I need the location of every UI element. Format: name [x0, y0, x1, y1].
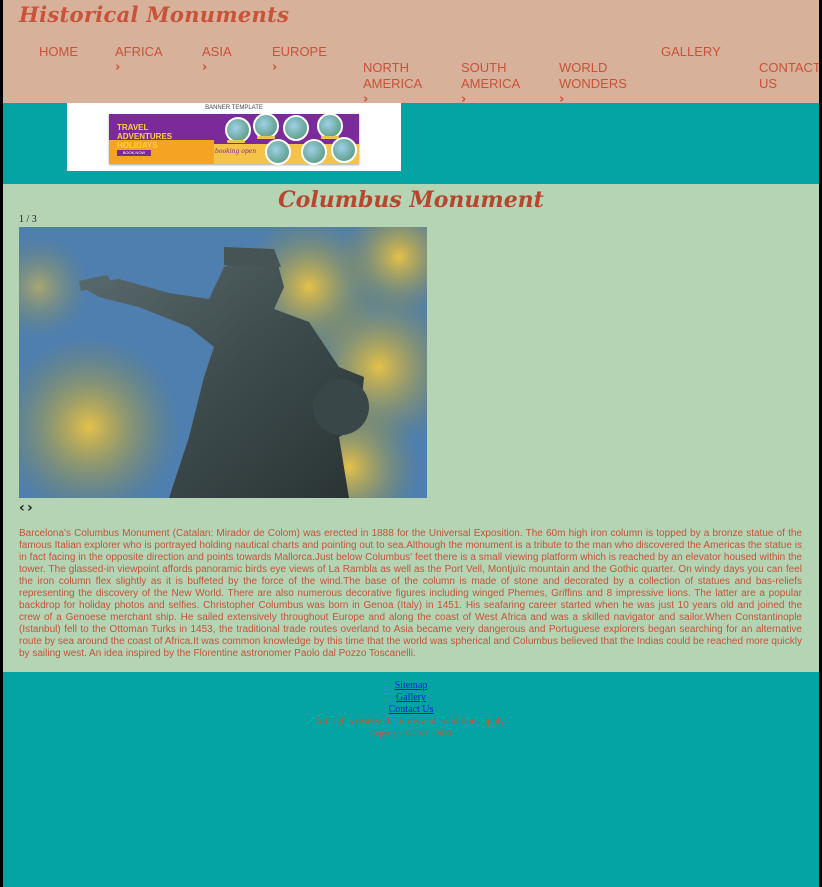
nav-item-africa[interactable]: AFRICA › — [115, 44, 163, 76]
nav-item-gallery[interactable]: GALLERY — [661, 44, 721, 60]
monument-section: Columbus Monument 1 / 3 ‹ › Barcelona's … — [3, 184, 819, 672]
banner-headline-line: TRAVEL — [117, 123, 149, 132]
footer-rights-text: All rights reserved. Terms and condition… — [315, 716, 507, 727]
nav-item-label: ASIA — [202, 44, 232, 59]
travel-banner-image[interactable]: BANNER TEMPLATE travel agency TRAVEL ADV… — [67, 103, 401, 171]
nav-item-label: AFRICA — [115, 44, 163, 59]
banner-script-text: booking open — [215, 148, 257, 155]
next-slide-button[interactable]: › — [27, 500, 33, 516]
chevron-right-icon: › — [202, 60, 208, 75]
banner-photo-circle — [301, 139, 327, 165]
banner-headline-line: ADVENTURES — [117, 132, 173, 141]
chevron-right-icon: › — [272, 60, 278, 75]
banner-label-pill — [321, 136, 339, 139]
nav-item-europe[interactable]: EUROPE › — [272, 44, 327, 76]
footer-contact-link[interactable]: Contact Us — [3, 704, 819, 716]
banner-headline: TRAVEL ADVENTURES HOLIDAYS — [117, 123, 172, 150]
site-header: Historical Monuments HOME AFRICA › ASIA … — [3, 0, 819, 107]
nav-item-contact-us[interactable]: CONTACT US — [759, 44, 819, 92]
nav-item-label: EUROPE — [272, 44, 327, 59]
banner-top-text: BANNER TEMPLATE — [205, 105, 263, 111]
chevron-right-icon: › — [115, 60, 121, 75]
banner-photo-circle — [265, 139, 291, 165]
monument-description: Barcelona's Columbus Monument (Catalan: … — [19, 528, 802, 659]
monument-title: Columbus Monument — [278, 187, 544, 213]
nav-item-label: GALLERY — [661, 44, 721, 59]
nav-item-label: SOUTH AMERICA — [461, 60, 521, 91]
slide-counter: 1 / 3 — [19, 214, 37, 225]
nav-item-asia[interactable]: ASIA › — [202, 44, 232, 76]
banner-strip: BANNER TEMPLATE travel agency TRAVEL ADV… — [3, 103, 819, 184]
footer-sitemap-link[interactable]: Sitemap — [3, 680, 819, 692]
banner-cta: BOOK NOW — [117, 150, 151, 156]
banner-photo-circle — [331, 137, 357, 163]
footer-copyright-text: Copyright © 2021 - 2023 — [370, 729, 452, 738]
footer-gallery-link[interactable]: Gallery — [3, 692, 819, 704]
banner-headline-line: HOLIDAYS — [117, 141, 158, 150]
banner-label-pill — [227, 140, 245, 143]
page: Historical Monuments HOME AFRICA › ASIA … — [3, 0, 819, 887]
nav-item-home[interactable]: HOME — [39, 44, 78, 60]
nav-item-label: WORLD WONDERS — [559, 60, 627, 91]
nav-item-label: NORTH AMERICA — [363, 60, 423, 91]
nav-item-label: CONTACT US — [759, 60, 819, 91]
main-nav: HOME AFRICA › ASIA › EUROPE › NORTH AMER… — [3, 44, 819, 107]
banner-photo-circle — [283, 115, 309, 141]
columbus-statue-photo — [19, 227, 427, 498]
site-footer: Sitemap Gallery Contact Us All rights re… — [3, 680, 819, 740]
prev-slide-button[interactable]: ‹ — [19, 500, 25, 516]
site-title[interactable]: Historical Monuments — [19, 2, 289, 27]
nav-item-label: HOME — [39, 44, 78, 59]
banner-label-pill — [257, 136, 275, 139]
monument-slide-image[interactable] — [19, 227, 427, 498]
